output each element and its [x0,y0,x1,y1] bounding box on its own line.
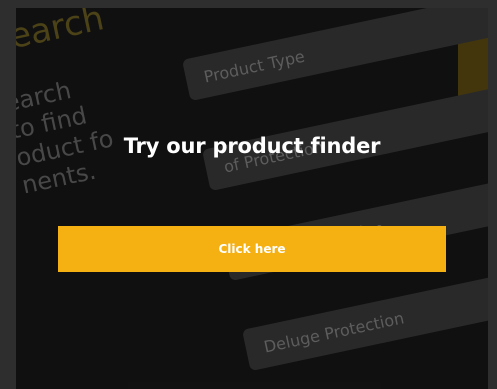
click-here-button[interactable]: Click here [58,226,446,272]
product-finder-banner: earch earch to find oduct fo nents. Prod… [16,8,488,389]
promo-headline: Try our product finder [123,134,381,158]
page-frame: earch earch to find oduct fo nents. Prod… [0,0,497,389]
dark-overlay [16,8,488,389]
